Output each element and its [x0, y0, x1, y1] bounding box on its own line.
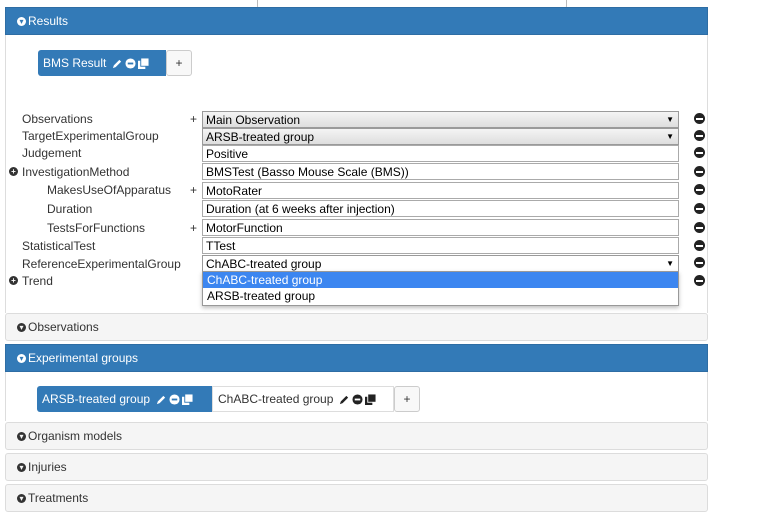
observations-section-title: Observations: [28, 320, 99, 334]
collapse-icon: ▾: [17, 16, 26, 26]
observations-select[interactable]: Main Observation ▼: [202, 111, 679, 128]
treatments-section-title: Treatments: [28, 491, 89, 505]
apparatus-field[interactable]: MotoRater: [202, 182, 679, 199]
row-label-apparatus: MakesUseOfApparatus: [47, 183, 172, 197]
row-label-target-group: TargetExperimentalGroup: [22, 129, 159, 143]
add-group-button[interactable]: +: [394, 386, 420, 412]
add-apparatus-button[interactable]: +: [190, 183, 197, 197]
target-group-select[interactable]: ARSB-treated group ▼: [202, 128, 679, 145]
minus-circle-icon[interactable]: [125, 57, 136, 69]
group-tab-label: ARSB-treated group: [42, 392, 151, 406]
chevron-down-icon: ▼: [666, 259, 674, 268]
group-tab-chabc[interactable]: ChABC-treated group: [212, 386, 394, 412]
collapse-icon: ▾: [17, 462, 26, 472]
row-label-investigation-method: InvestigationMethod: [22, 165, 130, 179]
copy-icon[interactable]: [365, 393, 377, 405]
minus-circle-icon[interactable]: [169, 393, 180, 405]
collapse-icon: ▾: [17, 493, 26, 503]
remove-investigation-method-button[interactable]: [694, 166, 705, 177]
copy-icon[interactable]: [138, 57, 150, 69]
judgement-field[interactable]: Positive: [202, 145, 679, 162]
experimental-groups-section-header[interactable]: ▾ Experimental groups: [5, 344, 708, 372]
row-label-duration: Duration: [47, 202, 93, 216]
chevron-down-icon: ▼: [666, 115, 674, 124]
chevron-down-icon: ▼: [666, 132, 674, 141]
organism-models-section-title: Organism models: [28, 429, 123, 443]
dropdown-option-chabc[interactable]: ChABC-treated group: [203, 272, 678, 288]
result-tab-bms[interactable]: BMS Result: [38, 50, 166, 76]
injuries-section-title: Injuries: [28, 460, 67, 474]
remove-trend-button[interactable]: [694, 275, 705, 286]
remove-target-group-button[interactable]: [694, 130, 705, 141]
row-label-reference-group: ReferenceExperimentalGroup: [22, 257, 181, 271]
remove-duration-button[interactable]: [694, 203, 705, 214]
reference-group-select[interactable]: ChABC-treated group ▼: [202, 255, 679, 272]
pencil-icon[interactable]: [339, 394, 350, 405]
results-section-title: Results: [28, 14, 69, 28]
expand-icon[interactable]: +: [9, 167, 18, 176]
row-label-tests-for-functions: TestsForFunctions: [47, 221, 146, 235]
remove-tests-for-functions-button[interactable]: [694, 222, 705, 233]
group-tab-label: ChABC-treated group: [218, 392, 334, 406]
dropdown-option-arsb[interactable]: ARSB-treated group: [203, 288, 678, 304]
experimental-groups-section-title: Experimental groups: [28, 351, 139, 365]
investigation-method-field[interactable]: BMSTest (Basso Mouse Scale (BMS)): [202, 163, 679, 180]
remove-apparatus-button[interactable]: [694, 184, 705, 195]
organism-models-section-header[interactable]: ▾ Organism models: [5, 422, 708, 450]
expand-icon[interactable]: +: [9, 276, 18, 285]
results-section-header[interactable]: ▾ Results: [5, 7, 708, 35]
reference-group-dropdown: ChABC-treated group ARSB-treated group: [202, 271, 679, 306]
collapse-icon: ▾: [17, 431, 26, 441]
remove-judgement-button[interactable]: [694, 147, 705, 158]
observations-section-header[interactable]: ▾ Observations: [5, 313, 708, 341]
row-label-trend: Trend: [22, 274, 53, 288]
remove-reference-group-button[interactable]: [694, 257, 705, 268]
row-label-judgement: Judgement: [22, 146, 82, 160]
pencil-icon[interactable]: [112, 58, 123, 69]
collapse-icon: ▾: [17, 322, 26, 332]
tests-for-functions-field[interactable]: MotorFunction: [202, 219, 679, 236]
result-tab-label: BMS Result: [43, 56, 107, 70]
remove-statistical-test-button[interactable]: [694, 240, 705, 251]
add-observation-button[interactable]: +: [190, 112, 197, 126]
treatments-section-header[interactable]: ▾ Treatments: [5, 484, 708, 512]
add-result-button[interactable]: +: [166, 50, 192, 76]
row-label-observations: Observations: [22, 112, 93, 126]
pencil-icon[interactable]: [156, 394, 167, 405]
remove-observations-button[interactable]: [694, 113, 705, 124]
row-label-statistical-test: StatisticalTest: [22, 239, 96, 253]
copy-icon[interactable]: [182, 393, 194, 405]
statistical-test-field[interactable]: TTest: [202, 237, 679, 254]
group-tab-arsb[interactable]: ARSB-treated group: [37, 386, 212, 412]
add-function-button[interactable]: +: [190, 221, 197, 235]
duration-field[interactable]: Duration (at 6 weeks after injection): [202, 200, 679, 217]
collapse-icon: ▾: [17, 353, 26, 363]
minus-circle-icon[interactable]: [352, 393, 363, 405]
injuries-section-header[interactable]: ▾ Injuries: [5, 453, 708, 481]
